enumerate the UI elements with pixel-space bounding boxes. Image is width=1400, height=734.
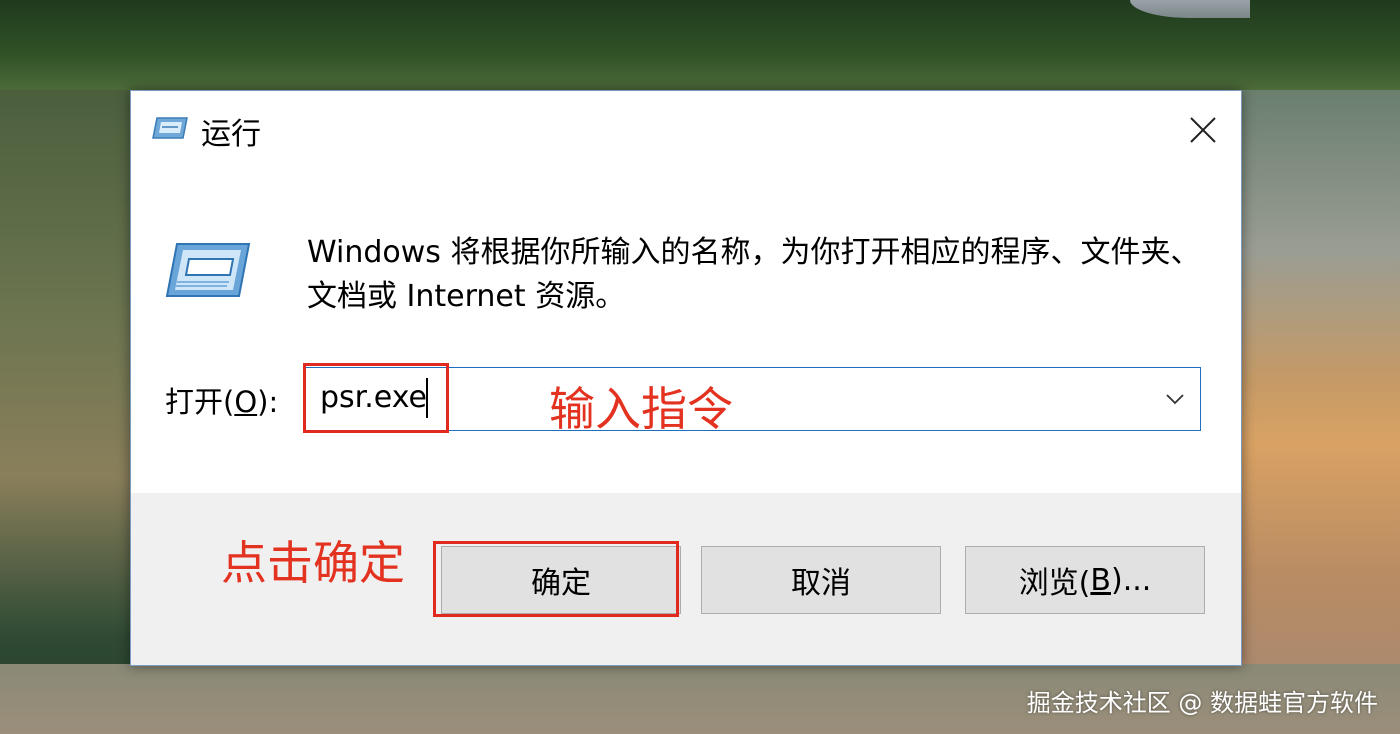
title-bar[interactable]: 运行 xyxy=(131,91,1241,167)
open-label-suffix: ): xyxy=(257,385,279,419)
window-title: 运行 xyxy=(201,117,261,152)
chevron-down-icon xyxy=(1166,394,1184,405)
watermark-text: 掘金技术社区 @ 数据蛙官方软件 xyxy=(1026,689,1378,717)
click-hint-label: 点击确定 xyxy=(221,536,405,590)
run-program-icon xyxy=(165,243,251,297)
history-dropdown-button[interactable] xyxy=(1160,384,1190,414)
input-hint-label: 输入指令 xyxy=(549,382,733,436)
open-field-label: 打开(O): xyxy=(165,379,278,421)
browse-label-accesskey: B xyxy=(1090,562,1111,598)
close-button[interactable] xyxy=(1165,99,1241,161)
browse-button[interactable]: 浏览(B)... xyxy=(965,546,1205,614)
open-label-prefix: 打开( xyxy=(165,385,235,419)
browse-label-prefix: 浏览( xyxy=(1018,566,1091,601)
close-icon xyxy=(1190,117,1216,143)
open-label-accesskey: O xyxy=(234,385,258,419)
background-lake-right xyxy=(1240,90,1400,734)
run-dialog-icon xyxy=(152,117,188,139)
input-highlight-box xyxy=(303,363,449,433)
cancel-button[interactable]: 取消 xyxy=(701,546,941,614)
ok-highlight-box xyxy=(433,541,679,617)
browse-label-suffix: )... xyxy=(1111,562,1152,598)
background-lake-left xyxy=(0,90,130,734)
run-dialog: 运行 Windows 将根据你所输入的名称，为你打开相应的程序、文件夹、文档或 … xyxy=(130,90,1242,666)
dialog-description: Windows 将根据你所输入的名称，为你打开相应的程序、文件夹、文档或 Int… xyxy=(307,235,1201,314)
